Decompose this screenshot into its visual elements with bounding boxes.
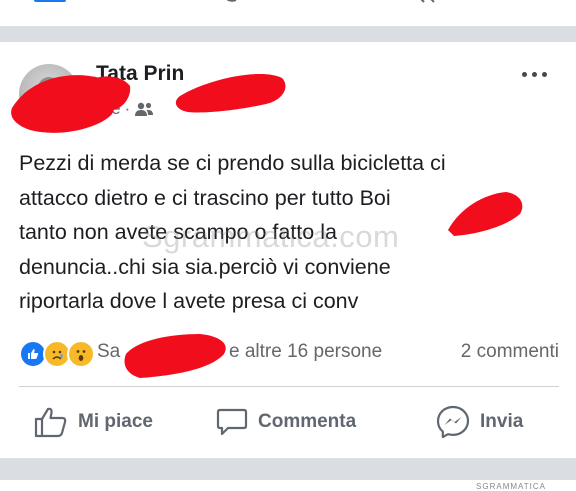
feed-separator <box>0 458 576 480</box>
comments-count[interactable]: 2 commenti <box>461 341 559 363</box>
send-button[interactable]: Invia <box>436 402 523 442</box>
thumbs-up-icon <box>34 407 67 438</box>
watermark: Sgrammatica.com <box>142 219 400 254</box>
share-icon-partial[interactable] <box>416 0 440 6</box>
redaction-scribble-reactor <box>124 334 226 378</box>
more-options-button[interactable] <box>514 66 554 82</box>
like-button-label: Mi piace <box>78 411 153 432</box>
reaction-icons[interactable] <box>19 340 95 368</box>
send-button-label: Invia <box>480 411 524 432</box>
wow-reaction-icon <box>67 340 95 368</box>
more-dot <box>541 71 547 77</box>
watermark-small: SGRAMMATICA <box>476 482 546 491</box>
comment-button-label: Commenta <box>258 411 357 432</box>
reactions-bar[interactable]: Sa e altre 16 persone 2 commenti <box>19 340 559 368</box>
messenger-icon <box>436 405 470 439</box>
post-card: Tata Prin ore · Pezzi di merda se ci pre… <box>0 42 576 491</box>
like-button[interactable]: Mi piace <box>34 402 153 442</box>
redaction-scribble-name <box>11 74 286 133</box>
post-actions: Mi piace Commenta Invia <box>0 402 576 442</box>
comment-bubble-icon <box>216 408 248 436</box>
reaction-names-prefix[interactable]: Sa <box>97 341 120 363</box>
post-text-line: riportarla dove l avete presa ci conv <box>19 289 359 313</box>
previous-post-action-strip <box>0 0 576 26</box>
more-dots-icon <box>521 71 527 77</box>
comment-icon-partial[interactable] <box>223 0 237 6</box>
like-icon-partial[interactable] <box>34 0 66 8</box>
reaction-summary[interactable]: e altre 16 persone <box>229 341 382 363</box>
actions-divider <box>19 386 559 387</box>
comment-button[interactable]: Commenta <box>216 402 356 442</box>
more-dot <box>531 71 537 77</box>
redaction-scribble-place <box>448 192 523 236</box>
feed-separator <box>0 26 576 42</box>
post-text-line: Pezzi di merda se ci prendo sulla bicicl… <box>19 151 446 175</box>
